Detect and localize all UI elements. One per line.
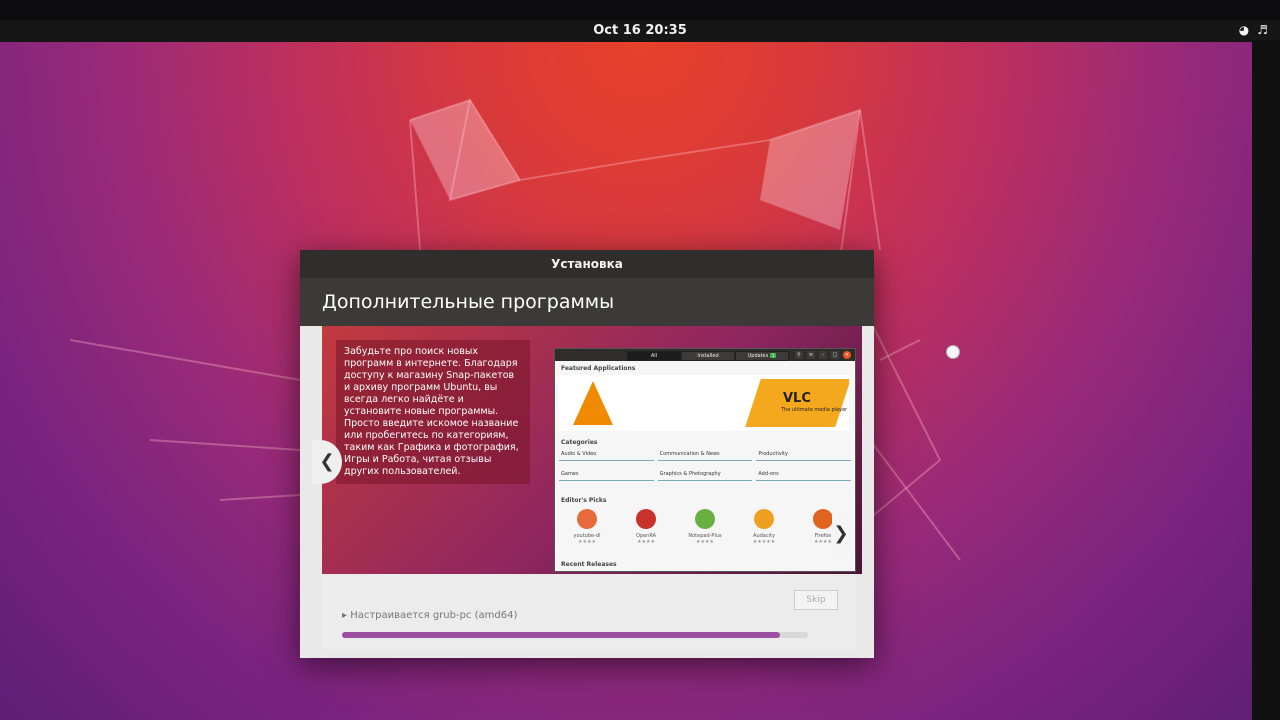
monitor-bezel-right xyxy=(1252,40,1280,720)
menu-icon: ≡ xyxy=(807,351,815,359)
window-title: Установка xyxy=(300,250,874,278)
store-header: All Installed Updates 1 ⚲ ≡ – □ × xyxy=(555,349,855,361)
category-item: Productivity xyxy=(756,449,851,461)
monitor-bezel xyxy=(0,0,1280,20)
store-tab-all: All xyxy=(627,351,681,361)
audacity-icon xyxy=(754,509,774,529)
store-tab-updates-label: Updates xyxy=(747,353,769,359)
store-tab-updates: Updates 1 xyxy=(735,351,789,361)
minimize-icon: – xyxy=(819,351,827,359)
gnome-top-bar: Oct 16 20:35 ◕ ♬ xyxy=(0,20,1280,42)
rating-stars: ★★★★ xyxy=(637,539,655,545)
categories-label: Categories xyxy=(561,439,598,446)
mouse-cursor xyxy=(946,345,960,359)
maximize-icon: □ xyxy=(831,351,839,359)
software-store-screenshot: All Installed Updates 1 ⚲ ≡ – □ × Feature… xyxy=(554,348,856,572)
system-tray[interactable]: ◕ ♬ xyxy=(1239,23,1268,37)
close-icon: × xyxy=(843,351,851,359)
category-item: Games xyxy=(559,469,654,481)
installer-window: Установка Дополнительные программы Забуд… xyxy=(300,250,874,658)
editors-picks: youtube-dl ★★★★ OpenRA ★★★★ Notepad-Plus ★★… xyxy=(563,509,847,545)
categories-grid: Audio & Video Communication & News Produ… xyxy=(559,449,851,481)
installer-footer: Skip ▸ Настраивается grub-pc (amd64) xyxy=(322,574,856,650)
slideshow: Забудьте про поиск новых программ в инте… xyxy=(322,326,862,574)
pick-item: Audacity ★★★★★ xyxy=(740,509,788,545)
category-item: Add-ons xyxy=(756,469,851,481)
skip-button[interactable]: Skip xyxy=(794,590,838,610)
recent-releases-label: Recent Releases xyxy=(561,561,617,568)
install-status-text[interactable]: ▸ Настраивается grub-pc (amd64) xyxy=(342,610,517,621)
clock[interactable]: Oct 16 20:35 xyxy=(0,23,1280,38)
editors-picks-label: Editor's Picks xyxy=(561,497,607,504)
store-tab-installed: Installed xyxy=(681,351,735,361)
category-item: Communication & News xyxy=(657,449,753,461)
updates-badge: 1 xyxy=(770,353,777,358)
rating-stars: ★★★★ xyxy=(696,539,714,545)
install-progress-fill xyxy=(342,632,781,638)
wifi-icon[interactable]: ◕ xyxy=(1239,23,1249,37)
openra-icon xyxy=(636,509,656,529)
category-item: Graphics & Photography xyxy=(657,469,753,481)
featured-banner: VLC The ultimate media player xyxy=(559,375,849,431)
category-item: Audio & Video xyxy=(559,449,654,461)
banner-subtitle: The ultimate media player xyxy=(781,407,848,413)
banner-title: VLC xyxy=(783,391,811,406)
install-progress-bar xyxy=(342,632,808,638)
pick-item: youtube-dl ★★★★ xyxy=(563,509,611,545)
rating-stars: ★★★★ xyxy=(578,539,596,545)
volume-icon[interactable]: ♬ xyxy=(1257,23,1268,37)
slide-text: Забудьте про поиск новых программ в инте… xyxy=(336,340,530,484)
rating-stars: ★★★★★ xyxy=(752,539,776,545)
search-icon: ⚲ xyxy=(795,351,803,359)
next-slide-button[interactable]: ❯ xyxy=(832,512,850,556)
notepad-icon xyxy=(695,509,715,529)
youtube-dl-icon xyxy=(577,509,597,529)
page-title: Дополнительные программы xyxy=(300,278,874,326)
pick-item: Notepad-Plus ★★★★ xyxy=(681,509,729,545)
vlc-cone-icon xyxy=(573,381,613,425)
pick-item: OpenRA ★★★★ xyxy=(622,509,670,545)
featured-label: Featured Applications xyxy=(561,365,636,372)
firefox-icon xyxy=(813,509,833,529)
